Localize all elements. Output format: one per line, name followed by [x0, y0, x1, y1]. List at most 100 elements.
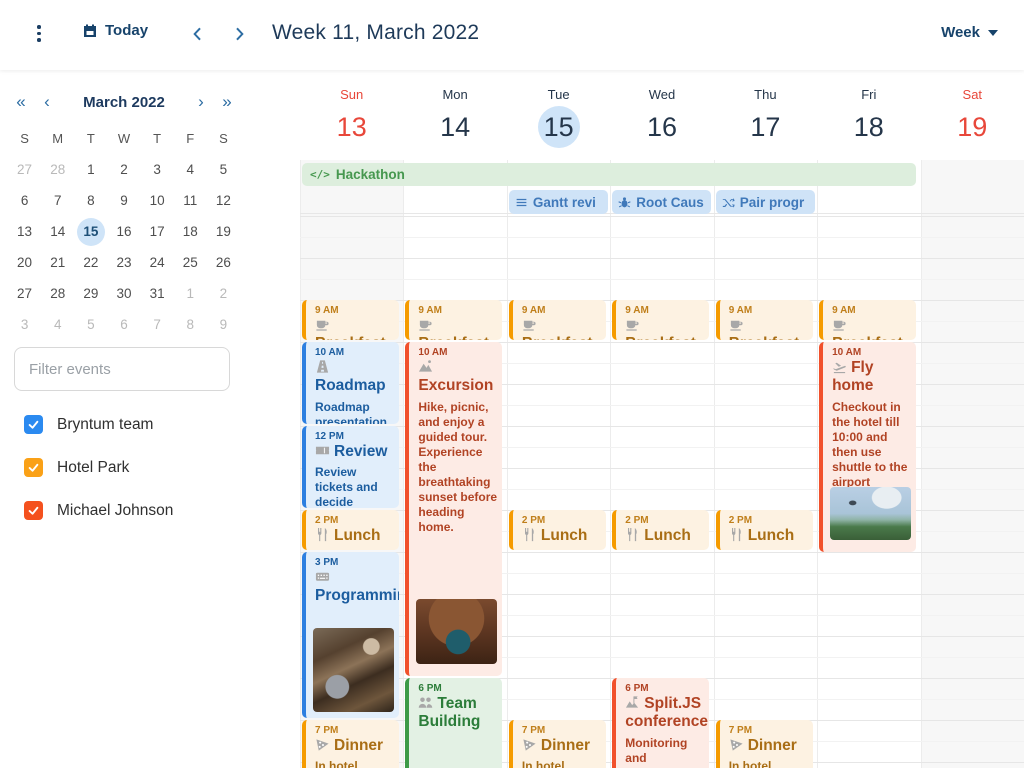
mini-calendar: « ‹ March 2022 › » S M T W T F S 27 28 1… — [8, 90, 240, 336]
calendar-toggle-michael-johnson[interactable]: Michael Johnson — [24, 501, 173, 520]
mini-calendar-day[interactable]: 1 — [74, 159, 107, 181]
checkbox-checked[interactable] — [24, 458, 43, 477]
event-lunch[interactable]: 2 PM Lunch — [716, 510, 813, 550]
mini-calendar-day[interactable]: 1 — [174, 283, 207, 305]
day-header-sat[interactable]: Sat 19 — [921, 70, 1024, 160]
weekday-letter: T — [74, 128, 107, 150]
calendar-toggle-hotel-park[interactable]: Hotel Park — [24, 458, 173, 477]
overflow-menu-button[interactable] — [30, 25, 48, 45]
schedule-grid[interactable]: 9 AM Breakfast 10 AM Roadmap Roadmap pre… — [300, 214, 1024, 768]
day-header-sun[interactable]: Sun 13 — [300, 70, 403, 160]
mini-calendar-day[interactable]: 3 — [8, 314, 41, 336]
mini-calendar-selected-day[interactable]: 15 — [74, 221, 107, 243]
programming-photo — [313, 628, 394, 712]
mini-calendar-day[interactable]: 10 — [141, 190, 174, 212]
event-breakfast[interactable]: 9 AM Breakfast — [716, 300, 813, 340]
mini-calendar-day[interactable]: 16 — [107, 221, 140, 243]
mini-calendar-day[interactable]: 18 — [174, 221, 207, 243]
mini-calendar-day[interactable]: 8 — [174, 314, 207, 336]
prev-month-button[interactable]: ‹ — [34, 92, 60, 112]
mini-calendar-day[interactable]: 27 — [8, 283, 41, 305]
mini-calendar-day[interactable]: 31 — [141, 283, 174, 305]
mini-calendar-day[interactable]: 3 — [141, 159, 174, 181]
event-breakfast[interactable]: 9 AM Breakfast — [302, 300, 399, 340]
mini-calendar-day[interactable]: 4 — [174, 159, 207, 181]
mini-calendar-day[interactable]: 7 — [141, 314, 174, 336]
event-dinner[interactable]: 7 PM Dinner In hotel — [302, 720, 399, 768]
view-mode-label: Week — [941, 24, 980, 41]
mini-calendar-day[interactable]: 6 — [107, 314, 140, 336]
next-month-button[interactable]: › — [188, 92, 214, 112]
mini-calendar-day[interactable]: 2 — [107, 159, 140, 181]
coffee-icon — [418, 317, 433, 332]
mini-calendar-day[interactable]: 9 — [107, 190, 140, 212]
day-header-fri[interactable]: Fri 18 — [817, 70, 920, 160]
mini-calendar-day[interactable]: 17 — [141, 221, 174, 243]
event-excursion[interactable]: 10 AM Excursion Hike, picnic, and enjoy … — [405, 342, 502, 676]
mini-calendar-day[interactable]: 14 — [41, 221, 74, 243]
mini-calendar-day[interactable]: 12 — [207, 190, 240, 212]
day-header-wed[interactable]: Wed 16 — [610, 70, 713, 160]
mini-calendar-day[interactable]: 6 — [8, 190, 41, 212]
event-breakfast[interactable]: 9 AM Breakfast — [509, 300, 606, 340]
prev-year-button[interactable]: « — [8, 92, 34, 112]
mini-calendar-day[interactable]: 7 — [41, 190, 74, 212]
event-hackathon[interactable]: </> Hackathon — [302, 163, 916, 186]
checkbox-checked[interactable] — [24, 501, 43, 520]
event-breakfast[interactable]: 9 AM Breakfast — [405, 300, 502, 340]
sidebar: « ‹ March 2022 › » S M T W T F S 27 28 1… — [0, 70, 300, 768]
filter-events-input[interactable] — [14, 347, 230, 391]
event-lunch[interactable]: 2 PM Lunch — [302, 510, 399, 550]
event-fly-home[interactable]: 10 AM Fly home Checkout in the hotel til… — [819, 342, 916, 552]
mini-calendar-day[interactable]: 11 — [174, 190, 207, 212]
today-button[interactable]: Today — [82, 22, 148, 39]
all-day-row: </> Hackathon Gantt revi Root Caus Pair … — [300, 160, 1024, 214]
mini-calendar-day[interactable]: 26 — [207, 252, 240, 274]
today-button-label: Today — [105, 22, 148, 39]
event-dinner[interactable]: 7 PM Dinner In hotel — [716, 720, 813, 768]
mini-calendar-day[interactable]: 5 — [74, 314, 107, 336]
event-dinner[interactable]: 7 PM Dinner In hotel — [509, 720, 606, 768]
mini-calendar-day[interactable]: 9 — [207, 314, 240, 336]
mini-calendar-day[interactable]: 20 — [8, 252, 41, 274]
event-roadmap[interactable]: 10 AM Roadmap Roadmap presentation for 2… — [302, 342, 399, 424]
mini-calendar-day[interactable]: 24 — [141, 252, 174, 274]
mini-calendar-day[interactable]: 28 — [41, 283, 74, 305]
event-breakfast[interactable]: 9 AM Breakfast — [612, 300, 709, 340]
view-mode-dropdown[interactable]: Week — [941, 24, 998, 41]
event-breakfast[interactable]: 9 AM Breakfast — [819, 300, 916, 340]
mini-calendar-day[interactable]: 25 — [174, 252, 207, 274]
mini-calendar-day[interactable]: 19 — [207, 221, 240, 243]
mini-calendar-day[interactable]: 5 — [207, 159, 240, 181]
day-header-tue-today[interactable]: Tue 15 — [507, 70, 610, 160]
event-lunch[interactable]: 2 PM Lunch — [612, 510, 709, 550]
calendar-toggle-bryntum-team[interactable]: Bryntum team — [24, 415, 173, 434]
mini-calendar-day[interactable]: 27 — [8, 159, 41, 181]
event-pair-programming[interactable]: Pair progr — [716, 190, 815, 214]
event-gantt-review[interactable]: Gantt revi — [509, 190, 608, 214]
coffee-icon — [729, 317, 744, 332]
mini-calendar-day[interactable]: 8 — [74, 190, 107, 212]
event-review[interactable]: 12 PM Review Review tickets and decide f… — [302, 426, 399, 508]
toolbar: Today Week 11, March 2022 Week — [0, 0, 1024, 70]
event-splitjs-conference[interactable]: 6 PM Split.JS conference Monitoring and … — [612, 678, 709, 768]
mini-calendar-day[interactable]: 22 — [74, 252, 107, 274]
mini-calendar-day[interactable]: 30 — [107, 283, 140, 305]
mini-calendar-day[interactable]: 29 — [74, 283, 107, 305]
mini-calendar-day[interactable]: 2 — [207, 283, 240, 305]
mini-calendar-day[interactable]: 13 — [8, 221, 41, 243]
day-header-mon[interactable]: Mon 14 — [403, 70, 506, 160]
event-team-building[interactable]: 6 PM Team Building — [405, 678, 502, 768]
event-root-cause[interactable]: Root Caus — [612, 190, 711, 214]
event-programming[interactable]: 3 PM Programming — [302, 552, 399, 718]
checkbox-checked[interactable] — [24, 415, 43, 434]
event-lunch[interactable]: 2 PM Lunch — [509, 510, 606, 550]
day-header-thu[interactable]: Thu 17 — [714, 70, 817, 160]
mini-calendar-day[interactable]: 28 — [41, 159, 74, 181]
next-year-button[interactable]: » — [214, 92, 240, 112]
mini-calendar-day[interactable]: 21 — [41, 252, 74, 274]
next-week-button[interactable] — [229, 23, 251, 45]
mini-calendar-day[interactable]: 4 — [41, 314, 74, 336]
previous-week-button[interactable] — [186, 23, 208, 45]
mini-calendar-day[interactable]: 23 — [107, 252, 140, 274]
